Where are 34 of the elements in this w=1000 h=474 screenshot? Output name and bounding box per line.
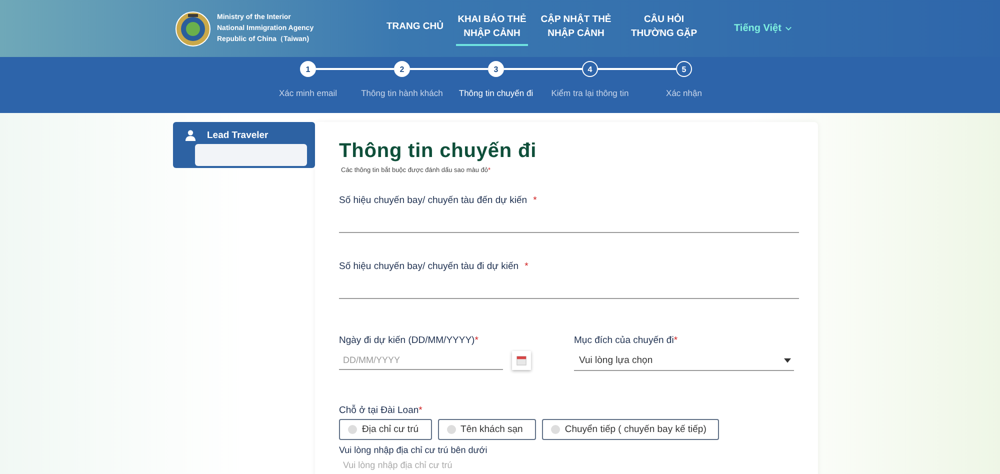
stay-option[interactable]: Tên khách sạn: [438, 419, 536, 440]
stay-option[interactable]: Chuyển tiếp ( chuyến bay kế tiếp): [542, 419, 720, 440]
step-label: Kiểm tra lại thông tin: [551, 88, 629, 98]
step-label: Xác nhận: [666, 88, 702, 98]
field-label: Chỗ ở tại Đài Loan*: [339, 405, 424, 416]
traveler-card[interactable]: Lead Traveler: [173, 122, 315, 168]
field-label: Số hiệu chuyến bay/ chuyến tàu đi dự kiến *: [339, 261, 530, 272]
agency-emblem-icon: [175, 10, 211, 46]
person-icon: [185, 130, 196, 141]
field-label: Mục đích của chuyến đi*: [574, 335, 679, 346]
calendar-icon: [516, 354, 527, 366]
field-label: Số hiệu chuyến bay/ chuyến tàu đến dự kiến *: [339, 195, 538, 206]
traveler-title: Lead Traveler: [207, 130, 268, 141]
field-label: Ngày đi dự kiến (DD/MM/YYYY)*: [339, 335, 480, 346]
form-title: Thông tin chuyến đi: [339, 140, 538, 163]
nav-link[interactable]: CẬP NHẬT THẺ NHẬP CẢNH: [538, 11, 614, 46]
step-number: 3: [488, 61, 504, 77]
calendar-button[interactable]: [512, 350, 531, 370]
step-number: 4: [582, 61, 598, 77]
nav-link[interactable]: TRANG CHỦ: [380, 18, 450, 39]
step-number: 2: [394, 61, 410, 77]
stay-option[interactable]: Địa chỉ cư trú: [339, 419, 432, 440]
nav-link[interactable]: KHAI BÁO THẺ NHẬP CẢNH: [456, 11, 528, 46]
step-number: 1: [300, 61, 316, 77]
language-selector[interactable]: Tiếng Việt: [734, 23, 792, 34]
purpose-dropdown[interactable]: Vui lòng lựa chọn: [574, 350, 794, 371]
chevron-down-icon: [785, 26, 792, 31]
step-label: Thông tin chuyến đi: [458, 88, 534, 98]
step-label: Xác minh email: [278, 88, 338, 98]
dropdown-caret-icon: [784, 358, 791, 362]
step-label: Thông tin hành khách: [361, 88, 443, 98]
nav-link[interactable]: CÂU HỎI THƯỜNG GẶP: [624, 11, 704, 46]
step-number: 5: [676, 61, 692, 77]
field-label: Vui lòng nhập địa chỉ cư trú bên dưới: [339, 445, 488, 455]
